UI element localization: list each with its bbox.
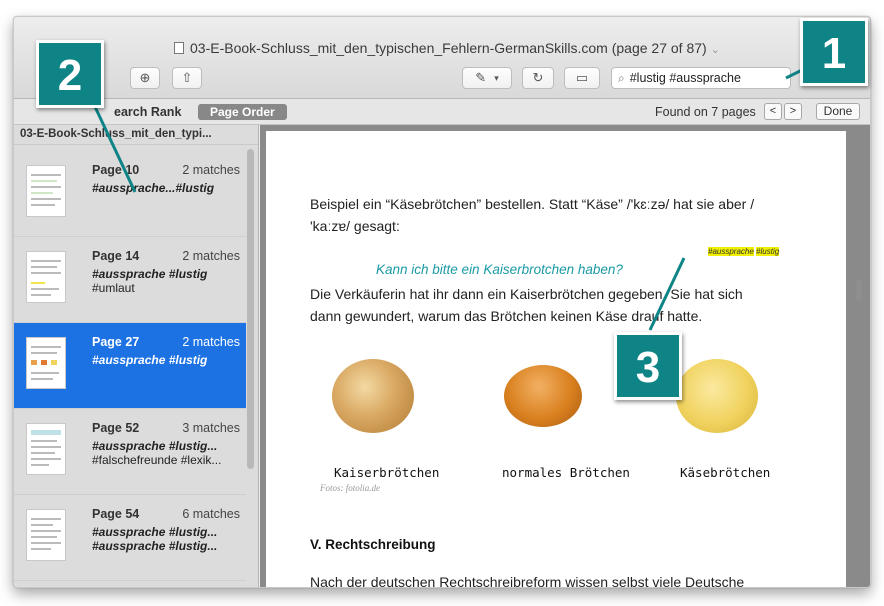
zoom-in-icon: ⊕ [139,70,151,85]
callout-1: 1 [800,18,868,86]
page-thumbnail [26,337,66,389]
search-result-page-52[interactable]: Page 52 3 matches #aussprache #lustig...… [14,409,246,495]
result-snippet: #aussprache #lustig [92,267,208,281]
paragraph-line: Nach der deutschen Rechtschreibreform wi… [310,574,745,588]
share-button[interactable]: ⇧ [172,67,202,89]
search-input[interactable]: ⌕ #lustig #aussprache [611,67,791,89]
preview-window: 03-E-Book-Schluss_mit_den_typischen_Fehl… [13,16,871,588]
image-caption: Kaiserbrötchen [334,465,440,480]
search-icon: ⌕ [618,70,625,85]
tag-highlight: #aussprache #lustig [708,247,780,256]
markup-icon: ✎ [475,70,487,85]
result-match-count: 3 matches [182,421,240,435]
previous-result-button[interactable]: < [764,103,782,120]
result-snippet: #aussprache #lustig [92,353,208,367]
result-snippet: #aussprache #lustig... [92,525,218,539]
found-count: Found on 7 pages [655,105,756,119]
search-rank-tab[interactable]: earch Rank [114,105,181,119]
search-result-page-54[interactable]: Page 54 6 matches #aussprache #lustig...… [14,495,246,581]
result-snippet-extra: #aussprache #lustig... [92,539,218,553]
page-thumbnail [26,509,66,561]
paragraph-line: Beispiel ein “Käsebrötchen” bestellen. S… [310,196,755,212]
share-icon: ⇧ [181,70,193,85]
sidebar-scrollbar[interactable] [247,149,254,469]
result-match-count: 2 matches [182,335,240,349]
result-page-label: Page 52 [92,421,140,435]
section-heading: V. Rechtschreibung [310,537,436,552]
tag-aussprache: #aussprache [708,247,754,256]
sidebar-document-name: 03-E-Book-Schluss_mit_den_typi... [14,125,258,145]
result-match-count: 6 matches [182,507,240,521]
page-thumbnail [26,165,66,217]
done-button[interactable]: Done [816,103,860,120]
search-result-page-14[interactable]: Page 14 2 matches #aussprache #lustig #u… [14,237,246,323]
result-match-count: 2 matches [182,249,240,263]
image-caption: normales Brötchen [502,465,630,480]
next-result-button[interactable]: > [784,103,802,120]
search-input-value: #lustig #aussprache [629,71,741,85]
kaiserbroetchen-image [332,359,414,433]
search-result-page-10[interactable]: Page 10 2 matches #aussprache...#lustig [14,151,246,237]
result-page-label: Page 10 [92,163,140,177]
window-title-text: 03-E-Book-Schluss_mit_den_typischen_Fehl… [190,40,707,56]
rotate-icon: ↻ [532,70,544,85]
callout-2: 2 [36,40,104,108]
chevron-down-icon[interactable]: ⌄ [711,44,720,56]
paragraph-line: 'kaːzɐ/ gesagt: [310,218,400,234]
search-result-page-27[interactable]: Page 27 2 matches #aussprache #lustig [14,323,246,409]
page-order-tab[interactable]: Page Order [198,104,287,120]
document-icon [174,42,184,54]
toolbox-icon: ▭ [575,70,589,85]
pdf-page: Beispiel ein “Käsebrötchen” bestellen. S… [266,131,846,588]
markup-button[interactable]: ✎ ▾ [462,67,512,89]
page-thumbnail [26,423,66,475]
title-bar: 03-E-Book-Schluss_mit_den_typischen_Fehl… [14,17,870,99]
image-caption: Käsebrötchen [680,465,771,480]
zoom-in-button[interactable]: ⊕ [130,67,160,89]
rotate-button[interactable]: ↻ [522,67,554,89]
kaesebroetchen-image [676,359,758,433]
result-snippet-extra: #umlaut [92,281,135,295]
result-snippet: #aussprache #lustig... [92,439,218,453]
result-snippet: #aussprache...#lustig [92,181,215,195]
window-title: 03-E-Book-Schluss_mit_den_typischen_Fehl… [174,40,814,58]
paragraph-line: Die Verkäuferin hat ihr dann ein Kaiserb… [310,286,743,302]
result-match-count: 2 matches [182,163,240,177]
tag-lustig: #lustig [756,247,780,256]
result-page-label: Page 27 [92,335,140,349]
result-page-label: Page 54 [92,507,140,521]
toolbox-button[interactable]: ▭ [564,67,600,89]
document-scrollbar[interactable] [856,279,862,301]
photo-credit: Fotos: fotolia.de [320,483,380,493]
document-view: Beispiel ein “Käsebrötchen” bestellen. S… [260,125,870,588]
example-quote: Kann ich bitte ein Kaiserbrotchen haben? [376,262,623,277]
search-results-sidebar: 03-E-Book-Schluss_mit_den_typi... Page 1… [14,125,259,587]
chevron-down-icon: ▾ [494,72,499,83]
normales-broetchen-image [504,365,582,427]
page-thumbnail [26,251,66,303]
paragraph-line: dann gewundert, warum das Brötchen keine… [310,308,703,324]
find-bar: earch Rank Page Order Found on 7 pages <… [14,99,870,125]
callout-3: 3 [614,332,682,400]
result-snippet-extra: #falschefreunde #lexik... [92,453,222,467]
result-page-label: Page 14 [92,249,140,263]
